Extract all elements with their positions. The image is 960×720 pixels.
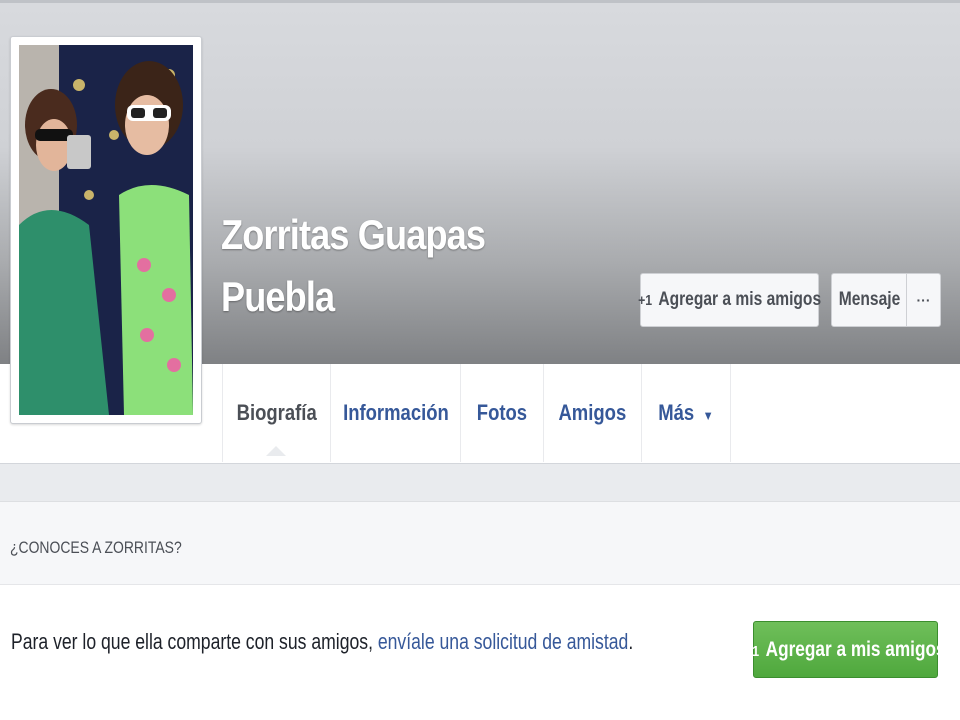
prompt-text-end: . [628, 629, 634, 654]
message-button[interactable]: Mensaje [831, 273, 907, 327]
tab-photos-label: Fotos [476, 400, 528, 425]
send-request-link[interactable]: envíale una solicitud de amistad [378, 629, 628, 654]
add-friend-icon: +1 [637, 292, 653, 309]
know-section-title: ¿CONOCES A ZORRITAS? [10, 538, 182, 557]
active-tab-pointer [266, 446, 286, 456]
tab-friends[interactable]: Amigos [543, 364, 641, 462]
tab-biography-label: Biografía [236, 400, 317, 425]
tab-more[interactable]: Más ▼ [641, 364, 731, 462]
know-section-header: ¿CONOCES A ZORRITAS? [0, 501, 960, 585]
prompt-text: Para ver lo que ella comparte con sus am… [11, 629, 378, 654]
tab-photos[interactable]: Fotos [460, 364, 543, 462]
add-friend-icon: +1 [745, 642, 760, 660]
profile-name-line1: Zorritas Guapas [221, 211, 486, 258]
profile-photo-image [19, 45, 193, 415]
add-friend-button[interactable]: +1 Agregar a mis amigos [637, 273, 822, 327]
profile-picture[interactable] [10, 36, 202, 424]
tab-information-label: Información [342, 400, 449, 425]
chevron-down-icon: ▼ [702, 408, 714, 423]
profile-name-line2: Puebla [221, 273, 335, 320]
tab-more-label: Más [658, 400, 695, 425]
message-label: Mensaje [838, 289, 900, 310]
add-friend-green-button[interactable]: +1 Agregar a mis amigos [745, 621, 946, 678]
tab-friends-label: Amigos [558, 400, 627, 425]
profile-name: Zorritas Guapas Puebla [221, 204, 531, 328]
friend-request-prompt: Para ver lo que ella comparte con sus am… [11, 629, 633, 655]
add-friend-label: Agregar a mis amigos [658, 289, 822, 310]
add-friend-green-label: Agregar a mis amigos [765, 637, 946, 661]
more-options-button[interactable]: ··· [906, 273, 941, 327]
tab-information[interactable]: Información [330, 364, 460, 462]
more-dots-icon: ··· [916, 292, 931, 308]
